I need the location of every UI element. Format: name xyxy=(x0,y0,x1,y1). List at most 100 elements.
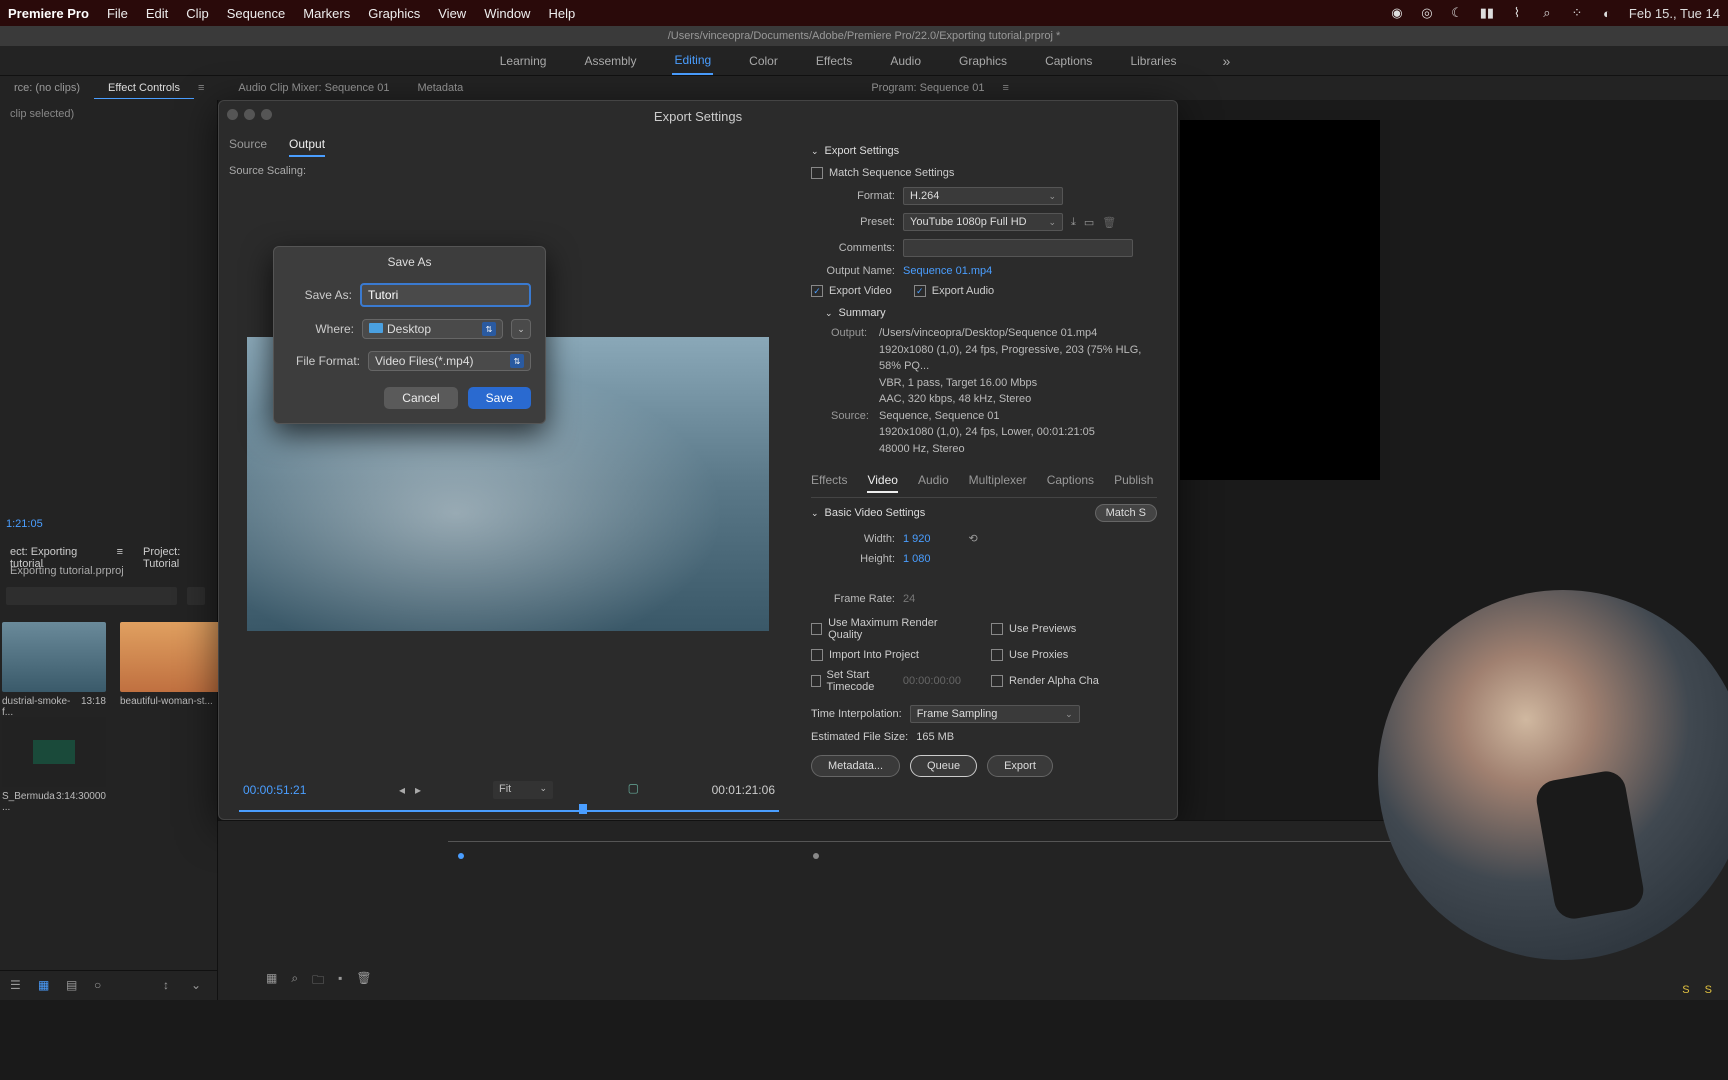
freeform-view-icon[interactable]: ▤ xyxy=(66,978,82,994)
siri-icon[interactable]: ◐ xyxy=(1599,5,1615,21)
icon-view-icon[interactable]: ▦ xyxy=(38,978,54,994)
subtab-publish[interactable]: Publish xyxy=(1114,473,1153,493)
control-center-icon[interactable]: ⁘ xyxy=(1569,5,1585,21)
format-dropdown[interactable]: H.264⌄ xyxy=(903,187,1063,205)
saveas-name-input[interactable] xyxy=(360,283,531,307)
save-button[interactable]: Save xyxy=(468,387,531,409)
export-button[interactable]: Export xyxy=(987,755,1053,777)
workspace-assembly[interactable]: Assembly xyxy=(582,48,638,74)
tab-effect-controls[interactable]: Effect Controls xyxy=(94,78,194,99)
expand-dialog-button[interactable]: ⌄ xyxy=(511,319,531,339)
chevron-down-icon[interactable]: ⌄ xyxy=(191,978,207,994)
tab-audio-mixer[interactable]: Audio Clip Mixer: Sequence 01 xyxy=(224,78,403,98)
search-icon[interactable]: ⌕ xyxy=(1539,5,1555,21)
match-source-button[interactable]: Match S xyxy=(1095,504,1157,522)
playhead-icon[interactable] xyxy=(579,804,587,814)
framerate-field[interactable]: 24 xyxy=(903,593,915,605)
preview-current-time[interactable]: 00:00:51:21 xyxy=(243,783,306,797)
use-previews-checkbox[interactable]: Use Previews xyxy=(991,617,1141,641)
workspace-learning[interactable]: Learning xyxy=(498,48,549,74)
menu-file[interactable]: File xyxy=(107,6,128,21)
record-icon[interactable]: ◉ xyxy=(1389,5,1405,21)
summary-section[interactable]: ⌄Summary xyxy=(811,301,1157,325)
menu-edit[interactable]: Edit xyxy=(146,6,168,21)
tab-source[interactable]: rce: (no clips) xyxy=(0,78,94,98)
moon-icon[interactable]: ☾ xyxy=(1449,5,1465,21)
queue-button[interactable]: Queue xyxy=(910,755,977,777)
preview-scrubber[interactable] xyxy=(239,806,779,816)
new-bin-icon[interactable]: 🗀 xyxy=(312,971,324,992)
project-sort-icon[interactable] xyxy=(187,587,205,605)
use-proxies-checkbox[interactable]: Use Proxies xyxy=(991,649,1141,661)
menu-help[interactable]: Help xyxy=(548,6,575,21)
menu-clip[interactable]: Clip xyxy=(186,6,208,21)
saveas-where-dropdown[interactable]: Desktop⇅ xyxy=(362,319,503,339)
clip-thumb-1[interactable]: dustrial-smoke-f...13:18 xyxy=(2,622,106,718)
tab-source-preview[interactable]: Source xyxy=(229,137,267,157)
subtab-video[interactable]: Video xyxy=(867,473,897,493)
trash-icon[interactable]: 🗑 xyxy=(356,971,371,992)
wifi-icon[interactable]: ⌇ xyxy=(1509,5,1525,21)
save-preset-icon[interactable]: ▭ xyxy=(1084,216,1094,229)
step-back-icon[interactable]: ◂ xyxy=(399,783,405,797)
menu-markers[interactable]: Markers xyxy=(303,6,350,21)
sort-icon[interactable]: ↕ xyxy=(163,978,179,994)
delete-preset-icon[interactable]: 🗑 xyxy=(1102,216,1116,229)
panel-menu-icon[interactable]: ≡ xyxy=(198,82,204,94)
clip-thumb-3[interactable]: S_Bermuda ...3:14:30000 xyxy=(2,717,106,813)
cancel-button[interactable]: Cancel xyxy=(384,387,457,409)
set-start-timecode-checkbox[interactable]: Set Start Timecode 00:00:00:00 xyxy=(811,669,961,693)
workspace-overflow-icon[interactable]: » xyxy=(1222,53,1230,69)
battery-icon[interactable]: ▮▮ xyxy=(1479,5,1495,21)
export-video-checkbox[interactable]: ✓Export Video xyxy=(811,285,892,297)
link-dimensions-icon[interactable]: ⟲ xyxy=(969,532,978,545)
window-traffic-lights[interactable] xyxy=(227,109,272,120)
time-interp-dropdown[interactable]: Frame Sampling⌄ xyxy=(910,705,1080,723)
project-search-input[interactable] xyxy=(6,587,177,605)
metadata-button[interactable]: Metadata... xyxy=(811,755,900,777)
menu-view[interactable]: View xyxy=(438,6,466,21)
tab-program[interactable]: Program: Sequence 01 xyxy=(857,78,998,98)
step-forward-icon[interactable]: ▸ xyxy=(415,783,421,797)
timeline-marker-icon[interactable] xyxy=(813,853,819,859)
project-tab-2[interactable]: Project: Tutorial xyxy=(143,546,207,570)
subtab-captions[interactable]: Captions xyxy=(1047,473,1094,493)
menu-sequence[interactable]: Sequence xyxy=(227,6,286,21)
workspace-libraries[interactable]: Libraries xyxy=(1128,48,1178,74)
workspace-color[interactable]: Color xyxy=(747,48,780,74)
search-bin-icon[interactable]: ⌕ xyxy=(291,971,298,992)
clear-icon[interactable]: ▪ xyxy=(338,971,342,992)
solo-buttons[interactable]: S S xyxy=(1682,984,1718,996)
workspace-editing[interactable]: Editing xyxy=(672,47,713,75)
render-alpha-checkbox[interactable]: Render Alpha Cha xyxy=(991,669,1141,693)
panel-menu-icon-2[interactable]: ≡ xyxy=(1002,82,1008,94)
workspace-graphics[interactable]: Graphics xyxy=(957,48,1009,74)
fit-dropdown[interactable]: Fit ⌄ xyxy=(493,781,553,799)
export-audio-checkbox[interactable]: ✓Export Audio xyxy=(914,285,994,297)
tab-output-preview[interactable]: Output xyxy=(289,137,325,157)
zoom-slider-icon[interactable]: ○ xyxy=(94,978,110,994)
saveas-format-dropdown[interactable]: Video Files(*.mp4)⇅ xyxy=(368,351,531,371)
app-icon[interactable]: ◎ xyxy=(1419,5,1435,21)
output-name-link[interactable]: Sequence 01.mp4 xyxy=(903,265,992,277)
aspect-ratio-icon[interactable]: ▢ xyxy=(628,781,639,795)
menu-graphics[interactable]: Graphics xyxy=(368,6,420,21)
workspace-effects[interactable]: Effects xyxy=(814,48,854,74)
tab-metadata[interactable]: Metadata xyxy=(403,78,477,98)
workspace-captions[interactable]: Captions xyxy=(1043,48,1094,74)
max-render-quality-checkbox[interactable]: Use Maximum Render Quality xyxy=(811,617,961,641)
menubar-date[interactable]: Feb 15., Tue 14 xyxy=(1629,6,1720,21)
basic-video-section[interactable]: ⌄Basic Video Settings Match S xyxy=(811,498,1157,528)
height-field[interactable]: 1 080 xyxy=(903,553,931,565)
subtab-audio[interactable]: Audio xyxy=(918,473,949,493)
workspace-audio[interactable]: Audio xyxy=(888,48,923,74)
subtab-effects[interactable]: Effects xyxy=(811,473,847,493)
import-into-project-checkbox[interactable]: Import Into Project xyxy=(811,649,961,661)
new-item-icon[interactable]: ▦ xyxy=(266,971,277,992)
comments-input[interactable] xyxy=(903,239,1133,257)
export-settings-section[interactable]: ⌄Export Settings xyxy=(811,139,1157,163)
clip-thumb-2[interactable]: beautiful-woman-st... xyxy=(120,622,224,718)
preset-dropdown[interactable]: YouTube 1080p Full HD⌄ xyxy=(903,213,1063,231)
match-sequence-checkbox[interactable]: Match Sequence Settings xyxy=(811,167,954,179)
width-field[interactable]: 1 920 xyxy=(903,533,931,545)
